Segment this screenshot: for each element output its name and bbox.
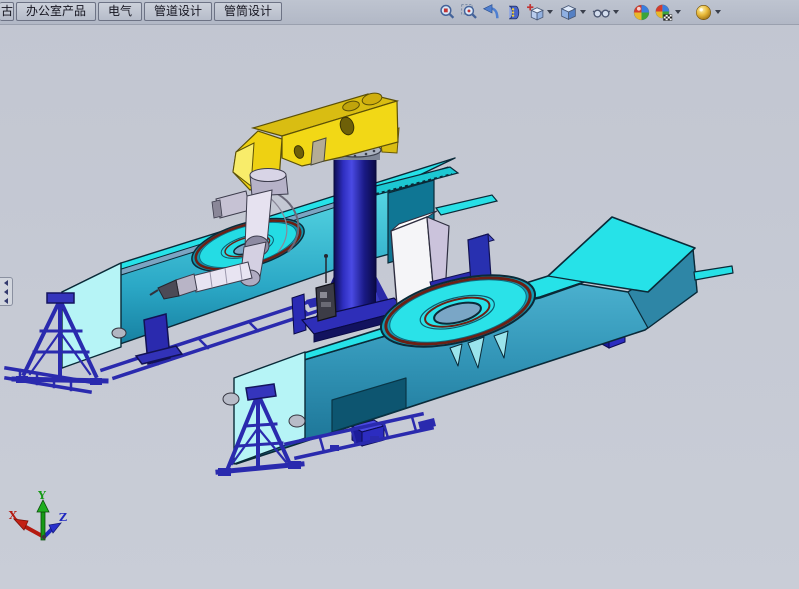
- zoom-to-area-icon[interactable]: [460, 3, 479, 22]
- display-style-icon[interactable]: [559, 3, 578, 22]
- view-toolbar: [436, 1, 725, 23]
- zoom-to-fit-icon[interactable]: [438, 3, 457, 22]
- pivot-pin[interactable]: [112, 328, 126, 338]
- axis-label-y: Y: [37, 489, 46, 502]
- apply-scene-icon[interactable]: [654, 3, 673, 22]
- dropdown-arrow[interactable]: [675, 10, 681, 14]
- pivot-pin[interactable]: [289, 415, 305, 427]
- application-window: X Y Z 古 办公室产品 电气 管道设计 管筒设计: [0, 0, 799, 589]
- command-manager-bar: 古 办公室产品 电气 管道设计 管筒设计: [0, 0, 799, 25]
- dropdown-arrow[interactable]: [547, 10, 553, 14]
- view-orientation-icon[interactable]: [526, 3, 545, 22]
- tab-partial[interactable]: 古: [0, 2, 14, 21]
- pivot-pin[interactable]: [223, 393, 239, 405]
- featuremanager-collapse-button[interactable]: [0, 277, 13, 306]
- view-settings-icon[interactable]: [694, 3, 713, 22]
- tab-piping-design[interactable]: 管道设计: [144, 2, 212, 21]
- hide-show-items-icon[interactable]: [592, 3, 611, 22]
- dropdown-arrow[interactable]: [580, 10, 586, 14]
- section-view-icon[interactable]: [504, 3, 523, 22]
- tab-electrical[interactable]: 电气: [98, 2, 142, 21]
- previous-view-icon[interactable]: [482, 3, 501, 22]
- realview-graphics-icon[interactable]: [632, 3, 651, 22]
- tab-tubing-design[interactable]: 管筒设计: [214, 2, 282, 21]
- collapse-arrow-icon: [4, 280, 8, 286]
- tab-office-products[interactable]: 办公室产品: [16, 2, 96, 21]
- dropdown-arrow[interactable]: [613, 10, 619, 14]
- collapse-arrow-icon: [4, 289, 8, 295]
- axis-label-x: X: [9, 509, 18, 522]
- axis-label-z: Z: [59, 511, 67, 524]
- viewport-3d[interactable]: X Y Z: [0, 0, 799, 589]
- dropdown-arrow[interactable]: [715, 10, 721, 14]
- collapse-arrow-icon: [4, 298, 8, 304]
